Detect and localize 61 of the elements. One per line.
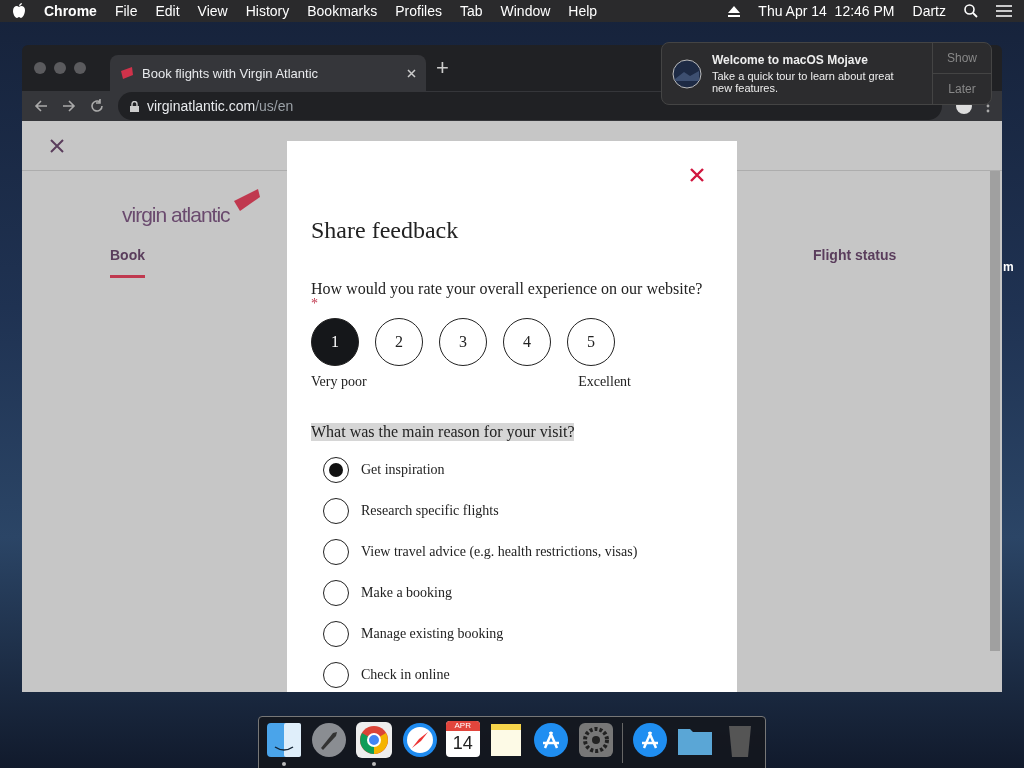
rating-button[interactable]: 5 xyxy=(567,318,615,366)
scrollbar[interactable] xyxy=(990,171,1000,651)
menu-item[interactable]: Profiles xyxy=(395,3,442,19)
notification-title: Welcome to macOS Mojave xyxy=(712,53,869,67)
forward-icon[interactable] xyxy=(62,99,76,113)
back-icon[interactable] xyxy=(34,99,48,113)
logo[interactable]: virgin atlantic xyxy=(122,203,230,227)
app-store-icon[interactable] xyxy=(532,721,571,759)
search-icon[interactable] xyxy=(964,4,978,18)
compass-icon[interactable] xyxy=(400,721,439,759)
dialog-title: Share feedback xyxy=(311,217,460,244)
scale-label: Excellent xyxy=(578,374,631,390)
menu-item[interactable]: Tab xyxy=(459,3,483,19)
rating-button[interactable]: 2 xyxy=(375,318,423,366)
mountain-icon xyxy=(672,58,702,89)
menu-item[interactable]: Help xyxy=(568,3,598,19)
menu-item[interactable]: File xyxy=(114,3,138,19)
rating-button[interactable]: 4 xyxy=(503,318,551,366)
rating-button[interactable]: 1 xyxy=(311,318,359,366)
lock-icon xyxy=(130,100,139,112)
app-store-icon[interactable] xyxy=(630,721,669,759)
window-button[interactable] xyxy=(54,62,66,74)
option-label[interactable]: Manage existing booking xyxy=(361,626,504,642)
browser-tab[interactable]: Book flights with Virgin Atlantic xyxy=(110,55,426,91)
menu-item[interactable]: Bookmarks xyxy=(307,3,378,19)
option-label[interactable]: Make a booking xyxy=(361,585,452,601)
clock[interactable]: Thu Apr 14 12:46 PM xyxy=(758,3,895,19)
user-name[interactable]: Dartz xyxy=(912,3,946,19)
window-button[interactable] xyxy=(34,62,46,74)
nav-tab[interactable]: Flight status xyxy=(813,247,897,278)
desktop-label: m xyxy=(1003,260,1014,274)
question-text: What was the main reason for your visit? xyxy=(311,423,575,441)
option-label[interactable]: View travel advice (e.g. health restrictions, visas) xyxy=(361,544,638,560)
notification-action[interactable]: Show xyxy=(933,43,991,73)
question-text: How would you rate your overall experience on our website? xyxy=(311,280,704,298)
menu-item[interactable]: Window xyxy=(500,3,551,19)
browser-icon[interactable] xyxy=(355,721,394,759)
nav-tab[interactable]: Book xyxy=(110,247,145,278)
close-icon[interactable] xyxy=(689,167,705,183)
menu-item[interactable]: History xyxy=(245,3,290,19)
close-icon[interactable] xyxy=(50,138,64,153)
eject-icon[interactable] xyxy=(728,5,741,17)
option-label[interactable]: Get inspiration xyxy=(361,462,445,478)
gear-icon[interactable] xyxy=(577,721,616,759)
face-icon[interactable] xyxy=(265,721,303,759)
scale-label: Very poor xyxy=(311,374,367,390)
window-button[interactable] xyxy=(74,62,86,74)
calendar-icon[interactable]: APR 14 xyxy=(445,721,480,757)
menu-item[interactable]: Edit xyxy=(155,3,180,19)
option-label[interactable]: Check in online xyxy=(361,667,450,683)
apple-icon[interactable] xyxy=(12,3,26,19)
notification-body: Take a quick tour to learn about great new features. xyxy=(712,70,895,94)
required-mark: * xyxy=(311,298,319,310)
menu-item[interactable]: View xyxy=(197,3,228,19)
rating-button[interactable]: 3 xyxy=(439,318,487,366)
notification-action[interactable]: Later xyxy=(933,73,991,104)
list-icon[interactable] xyxy=(996,5,1012,17)
menu-item[interactable]: Chrome xyxy=(44,3,97,19)
new-tab-button[interactable]: + xyxy=(436,55,449,81)
reload-icon[interactable] xyxy=(90,99,104,113)
option-label[interactable]: Research specific flights xyxy=(361,503,499,519)
